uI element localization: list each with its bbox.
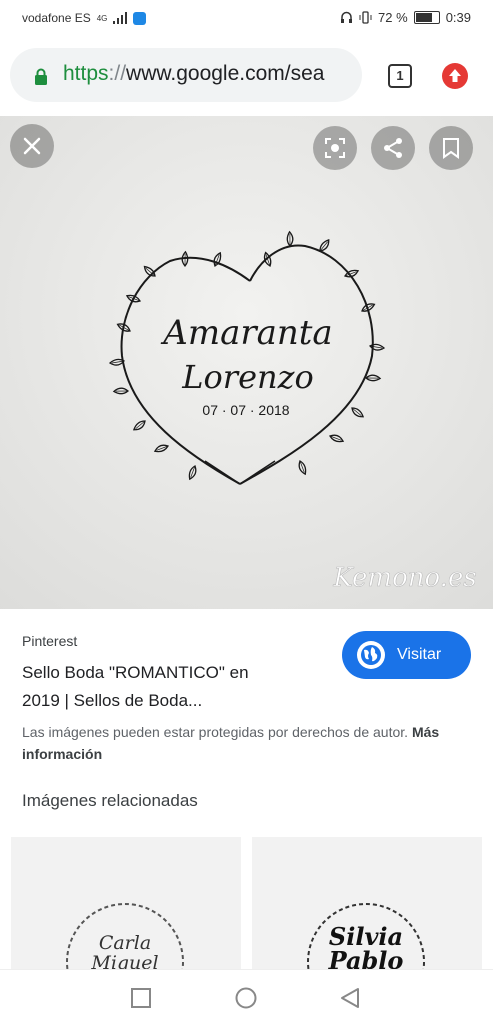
status-bar: vodafone ES 4G 72 % 0:39 [0,0,493,36]
related-image-2: Silvia Pablo [307,903,425,969]
square-icon[interactable] [131,988,151,1008]
related-2-name-2: Pablo [328,946,404,969]
battery-percent: 72 % [378,10,408,25]
url-separator: :// [108,62,127,85]
share-button[interactable] [371,126,415,170]
lens-icon [325,138,345,158]
copyright-notice: Las imágenes pueden estar protegidas por… [22,721,462,765]
status-right: 72 % 0:39 [340,10,471,25]
lens-button[interactable] [313,126,357,170]
network-label: 4G [96,13,108,23]
triangle-back-icon[interactable] [340,987,360,1009]
related-thumb-1[interactable]: Carla Miquel [11,837,241,969]
related-image-1: Carla Miquel [66,903,184,969]
update-button[interactable] [442,63,468,89]
clock: 0:39 [445,10,471,25]
browser-toolbar: https://www.google.com/sea 1 [0,36,493,117]
tab-switcher-button[interactable]: 1 [388,64,412,88]
address-bar[interactable]: https://www.google.com/sea [10,48,362,102]
status-left: vodafone ES 4G [22,11,147,25]
related-1-name-2: Miquel [90,952,158,969]
stamp-name-2: Lorenzo [181,358,313,396]
close-icon [23,137,41,155]
stamp-date: 07 · 07 · 2018 [202,402,289,418]
url-text: https://www.google.com/sea [63,62,324,86]
share-icon [384,138,402,158]
result-title-line-1: Sello Boda "ROMANTICO" en [22,663,249,682]
result-panel: Pinterest Sello Boda "ROMANTICO" en 2019… [0,609,493,969]
signal-icon [113,12,128,24]
related-thumb-2[interactable]: Silvia Pablo [252,837,482,969]
circle-icon[interactable] [235,987,257,1009]
image-preview[interactable]: Amaranta Lorenzo 07 · 07 · 2018 Kemono.e… [0,116,493,609]
battery-icon [413,11,440,24]
result-title-line-2: 2019 | Sellos de Boda... [22,691,203,710]
vibrate-icon [359,11,372,24]
url-host: www.google.com/sea [126,62,325,85]
related-heading: Imágenes relacionadas [22,791,198,810]
carrier-label: vodafone ES [22,11,91,25]
bookmark-icon [443,138,459,159]
wedding-stamp-image: Amaranta Lorenzo 07 · 07 · 2018 Kemono.e… [0,116,493,609]
url-scheme: https [63,62,109,85]
stamp-name-1: Amaranta [160,313,332,353]
related-1-name-1: Carla [99,932,151,954]
copyright-text: Las imágenes pueden estar protegidas por… [22,724,409,740]
headphones-icon [341,11,353,23]
bookmark-button[interactable] [429,126,473,170]
visit-button[interactable]: Visitar [342,631,471,679]
arrow-up-icon [449,69,461,82]
globe-icon [357,641,385,669]
lock-icon [35,68,47,85]
system-nav-bar [0,969,493,1025]
result-title[interactable]: Sello Boda "ROMANTICO" en 2019 | Sellos … [22,659,322,715]
close-button[interactable] [10,124,54,168]
visit-label: Visitar [397,646,442,663]
notification-badge-icon [133,11,147,25]
watermark-text: Kemono.es [332,563,476,593]
source-label: Pinterest [22,633,78,649]
